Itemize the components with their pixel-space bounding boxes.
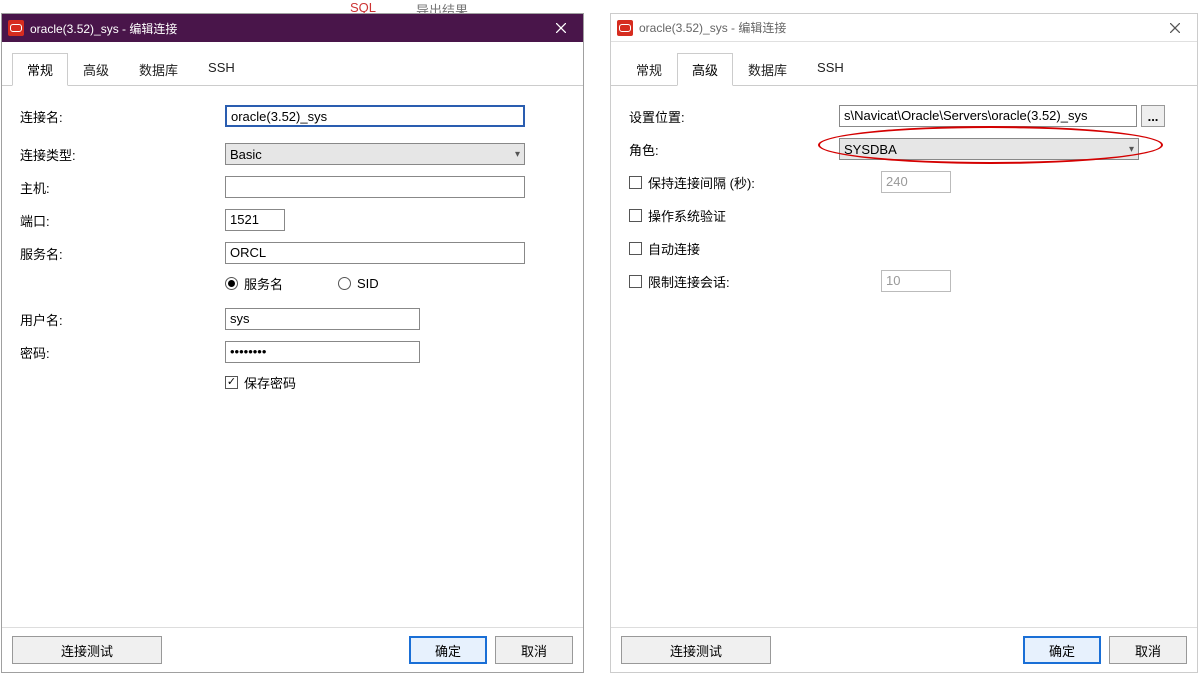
- radio-service-name[interactable]: 服务名: [225, 274, 283, 293]
- checkbox-icon: [629, 176, 642, 189]
- checkbox-label: 操作系统验证: [648, 206, 726, 225]
- tab-ssh[interactable]: SSH: [193, 53, 250, 86]
- radio-sid[interactable]: SID: [338, 274, 379, 293]
- label-password: 密码:: [20, 343, 225, 362]
- checkbox-label: 保存密码: [244, 373, 296, 392]
- tab-general[interactable]: 常规: [621, 53, 677, 86]
- select-value: SYSDBA: [844, 142, 897, 157]
- limit-sessions-checkbox[interactable]: 限制连接会话:: [629, 272, 730, 291]
- browse-button[interactable]: ...: [1141, 105, 1165, 127]
- keep-alive-input[interactable]: 240: [881, 171, 951, 193]
- port-input[interactable]: 1521: [225, 209, 285, 231]
- window-title: oracle(3.52)_sys - 编辑连接: [30, 20, 539, 37]
- dialog-footer: 连接测试 确定 取消: [2, 627, 583, 672]
- chevron-down-icon: ▾: [515, 149, 520, 160]
- label-connection-name: 连接名:: [20, 107, 225, 126]
- select-value: Basic: [230, 147, 262, 162]
- checkbox-label: 自动连接: [648, 239, 700, 258]
- settings-location-input[interactable]: s\Navicat\Oracle\Servers\oracle(3.52)_sy…: [839, 105, 1137, 127]
- tab-database[interactable]: 数据库: [124, 53, 193, 86]
- connection-name-input[interactable]: oracle(3.52)_sys: [225, 105, 525, 127]
- checkbox-label: 限制连接会话:: [648, 272, 730, 291]
- titlebar[interactable]: oracle(3.52)_sys - 编辑连接: [611, 14, 1197, 42]
- label-connection-type: 连接类型:: [20, 145, 225, 164]
- os-auth-checkbox[interactable]: 操作系统验证: [629, 206, 726, 225]
- edit-connection-dialog-advanced: oracle(3.52)_sys - 编辑连接 常规 高级 数据库 SSH 设置…: [610, 13, 1198, 673]
- tab-advanced[interactable]: 高级: [68, 53, 124, 86]
- tab-general[interactable]: 常规: [12, 53, 68, 86]
- checkbox-icon: [629, 209, 642, 222]
- tab-database[interactable]: 数据库: [733, 53, 802, 86]
- tab-advanced[interactable]: 高级: [677, 53, 733, 86]
- checkbox-icon: [629, 242, 642, 255]
- keep-alive-checkbox[interactable]: 保持连接间隔 (秒):: [629, 173, 755, 192]
- edit-connection-dialog-general: oracle(3.52)_sys - 编辑连接 常规 高级 数据库 SSH 连接…: [1, 13, 584, 673]
- window-title: oracle(3.52)_sys - 编辑连接: [639, 19, 1153, 36]
- label-host: 主机:: [20, 178, 225, 197]
- host-input[interactable]: [225, 176, 525, 198]
- radio-dot-icon: [225, 277, 238, 290]
- service-name-input[interactable]: ORCL: [225, 242, 525, 264]
- password-input[interactable]: ••••••••: [225, 341, 420, 363]
- role-select[interactable]: SYSDBA ▾: [839, 138, 1139, 160]
- tab-strip: 常规 高级 数据库 SSH: [2, 42, 583, 86]
- test-connection-button[interactable]: 连接测试: [12, 636, 162, 664]
- tab-ssh[interactable]: SSH: [802, 53, 859, 86]
- label-role: 角色:: [629, 140, 839, 159]
- dialog-footer: 连接测试 确定 取消: [611, 627, 1197, 672]
- radio-dot-icon: [338, 277, 351, 290]
- chevron-down-icon: ▾: [1129, 144, 1134, 155]
- tab-content-advanced: 设置位置: s\Navicat\Oracle\Servers\oracle(3.…: [611, 86, 1197, 627]
- ok-button[interactable]: 确定: [1023, 636, 1101, 664]
- close-button[interactable]: [1153, 14, 1197, 41]
- radio-label: 服务名: [244, 274, 283, 293]
- cancel-button[interactable]: 取消: [495, 636, 573, 664]
- tab-strip: 常规 高级 数据库 SSH: [611, 42, 1197, 86]
- checkbox-label: 保持连接间隔 (秒):: [648, 173, 755, 192]
- titlebar[interactable]: oracle(3.52)_sys - 编辑连接: [2, 14, 583, 42]
- username-input[interactable]: sys: [225, 308, 420, 330]
- test-connection-button[interactable]: 连接测试: [621, 636, 771, 664]
- auto-connect-checkbox[interactable]: 自动连接: [629, 239, 700, 258]
- cancel-button[interactable]: 取消: [1109, 636, 1187, 664]
- tab-content-general: 连接名: oracle(3.52)_sys 连接类型: Basic ▾ 主机: …: [2, 86, 583, 627]
- label-username: 用户名:: [20, 310, 225, 329]
- service-sid-radiogroup: 服务名 SID: [225, 274, 565, 293]
- oracle-icon: [8, 20, 24, 36]
- radio-label: SID: [357, 276, 379, 291]
- connection-type-select[interactable]: Basic ▾: [225, 143, 525, 165]
- ok-button[interactable]: 确定: [409, 636, 487, 664]
- oracle-icon: [617, 20, 633, 36]
- limit-sessions-input[interactable]: 10: [881, 270, 951, 292]
- checkbox-icon: [629, 275, 642, 288]
- label-service-name: 服务名:: [20, 244, 225, 263]
- checkbox-icon: [225, 376, 238, 389]
- label-settings-location: 设置位置:: [629, 107, 839, 126]
- close-button[interactable]: [539, 14, 583, 42]
- save-password-checkbox[interactable]: 保存密码: [225, 373, 565, 392]
- label-port: 端口:: [20, 211, 225, 230]
